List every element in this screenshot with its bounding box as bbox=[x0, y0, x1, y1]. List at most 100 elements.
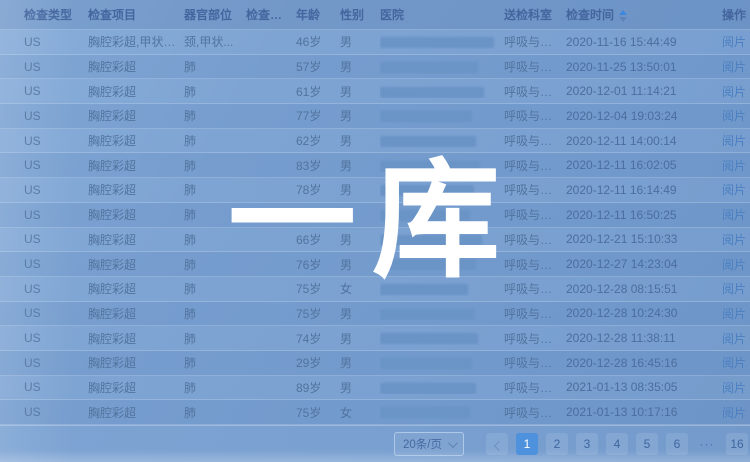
cell-action: 阅片 bbox=[722, 330, 750, 347]
cell-hospital bbox=[380, 109, 504, 123]
table-row: US胸腔彩超肺75岁女呼吸与重症医...2020-12-28 08:15:51阅… bbox=[0, 277, 750, 302]
cell-exam_type: US bbox=[24, 84, 88, 98]
view-images-link[interactable]: 阅片 bbox=[722, 381, 746, 395]
hospital-redacted-block bbox=[380, 309, 474, 320]
view-images-link[interactable]: 阅片 bbox=[722, 35, 746, 49]
cell-exam_time: 2020-12-21 15:10:33 bbox=[566, 232, 722, 246]
cell-department: 呼吸与重症医... bbox=[504, 107, 566, 124]
cell-action: 阅片 bbox=[722, 354, 750, 371]
page-button-1[interactable]: 1 bbox=[516, 433, 538, 455]
prev-page-button[interactable] bbox=[486, 433, 508, 455]
cell-exam_time: 2020-12-27 14:23:04 bbox=[566, 257, 722, 271]
table-row: US胸腔彩超肺74岁男呼吸与重症医...2020-12-28 11:38:11阅… bbox=[0, 326, 750, 351]
cell-organ: 肺 bbox=[184, 206, 246, 223]
cell-age: 62岁 bbox=[296, 132, 340, 149]
cell-exam_time: 2020-12-04 19:03:24 bbox=[566, 109, 722, 123]
pagination-ellipsis[interactable]: ··· bbox=[696, 433, 718, 455]
column-header-exam_time[interactable]: 检查时间 bbox=[566, 6, 722, 23]
column-header-age: 年龄 bbox=[296, 6, 340, 23]
pagination-bar: 20条/页 123456 ··· 16 bbox=[0, 425, 750, 462]
cell-hospital bbox=[380, 331, 504, 345]
page-button-6[interactable]: 6 bbox=[666, 433, 688, 455]
page-size-select[interactable]: 20条/页 bbox=[394, 432, 464, 456]
page-button-4[interactable]: 4 bbox=[606, 433, 628, 455]
hospital-redacted-block bbox=[380, 407, 470, 418]
cell-exam_type: US bbox=[24, 158, 88, 172]
view-images-link[interactable]: 阅片 bbox=[722, 208, 746, 222]
cell-exam_time: 2020-12-11 14:00:14 bbox=[566, 134, 722, 148]
cell-exam_time: 2021-01-13 10:17:16 bbox=[566, 405, 722, 419]
cell-age: 77岁 bbox=[296, 107, 340, 124]
cell-gender: 女 bbox=[340, 206, 380, 223]
view-images-link[interactable]: 阅片 bbox=[722, 258, 746, 272]
view-images-link[interactable]: 阅片 bbox=[722, 282, 746, 296]
cell-exam_item: 胸腔彩超 bbox=[88, 206, 184, 223]
cell-age: 83岁 bbox=[296, 157, 340, 174]
page-button-2[interactable]: 2 bbox=[546, 433, 568, 455]
column-header-label: 年龄 bbox=[296, 8, 320, 22]
view-images-link[interactable]: 阅片 bbox=[722, 85, 746, 99]
cell-exam_time: 2020-12-11 16:50:25 bbox=[566, 208, 722, 222]
page-size-label: 20条/页 bbox=[403, 436, 442, 452]
column-header-exam_type: 检查类型 bbox=[24, 6, 88, 23]
page-button-5[interactable]: 5 bbox=[636, 433, 658, 455]
cell-age: 75岁 bbox=[296, 280, 340, 297]
cell-action: 阅片 bbox=[722, 256, 750, 273]
cell-exam_type: US bbox=[24, 380, 88, 394]
cell-organ: 肺 bbox=[184, 404, 246, 421]
column-header-method: 检查方法 bbox=[246, 6, 296, 23]
cell-age: 76岁 bbox=[296, 206, 340, 223]
cell-action: 阅片 bbox=[722, 157, 750, 174]
view-images-link[interactable]: 阅片 bbox=[722, 60, 746, 74]
hospital-redacted-block bbox=[380, 87, 484, 98]
cell-exam_time: 2020-11-16 15:44:49 bbox=[566, 35, 722, 49]
view-images-link[interactable]: 阅片 bbox=[722, 159, 746, 173]
table-row: US胸腔彩超肺57岁男呼吸与重症医...2020-11-25 13:50:01阅… bbox=[0, 55, 750, 80]
cell-hospital bbox=[380, 282, 504, 296]
view-images-link[interactable]: 阅片 bbox=[722, 307, 746, 321]
view-images-link[interactable]: 阅片 bbox=[722, 406, 746, 420]
view-images-link[interactable]: 阅片 bbox=[722, 233, 746, 247]
cell-exam_item: 胸腔彩超 bbox=[88, 107, 184, 124]
chevron-down-icon bbox=[448, 438, 458, 448]
cell-department: 呼吸与重症医... bbox=[504, 181, 566, 198]
cell-department: 呼吸与重症医... bbox=[504, 354, 566, 371]
hospital-redacted-block bbox=[380, 161, 480, 172]
cell-exam_type: US bbox=[24, 109, 88, 123]
cell-age: 78岁 bbox=[296, 181, 340, 198]
table-row: US胸腔彩超肺66岁男呼吸与重症医...2020-12-21 15:10:33阅… bbox=[0, 228, 750, 253]
cell-exam_item: 胸腔彩超 bbox=[88, 157, 184, 174]
cell-gender: 男 bbox=[340, 83, 380, 100]
cell-organ: 肺 bbox=[184, 107, 246, 124]
cell-age: 74岁 bbox=[296, 330, 340, 347]
view-images-link[interactable]: 阅片 bbox=[722, 109, 746, 123]
page-button-3[interactable]: 3 bbox=[576, 433, 598, 455]
cell-age: 76岁 bbox=[296, 256, 340, 273]
cell-exam_item: 胸腔彩超,甲状腺彩超 bbox=[88, 33, 184, 50]
cell-action: 阅片 bbox=[722, 379, 750, 396]
view-images-link[interactable]: 阅片 bbox=[722, 134, 746, 148]
cell-exam_item: 胸腔彩超 bbox=[88, 379, 184, 396]
cell-gender: 女 bbox=[340, 280, 380, 297]
column-header-label: 性别 bbox=[340, 8, 364, 22]
cell-department: 呼吸与重症医... bbox=[504, 404, 566, 421]
cell-exam_item: 胸腔彩超 bbox=[88, 404, 184, 421]
cell-department: 呼吸与重症医... bbox=[504, 157, 566, 174]
cell-action: 阅片 bbox=[722, 404, 750, 421]
table-row: US胸腔彩超肺75岁男呼吸与重症医...2020-12-28 10:24:30阅… bbox=[0, 302, 750, 327]
view-images-link[interactable]: 阅片 bbox=[722, 356, 746, 370]
table-row: US胸腔彩超肺89岁男呼吸与重症医...2021-01-13 08:35:05阅… bbox=[0, 376, 750, 401]
cell-exam_time: 2020-12-28 08:15:51 bbox=[566, 282, 722, 296]
cell-action: 阅片 bbox=[722, 231, 750, 248]
hospital-redacted-block bbox=[380, 62, 478, 73]
view-images-link[interactable]: 阅片 bbox=[722, 332, 746, 346]
cell-hospital bbox=[380, 84, 504, 98]
sort-caret-icon[interactable] bbox=[619, 10, 627, 22]
last-page-button[interactable]: 16 bbox=[726, 433, 748, 455]
cell-organ: 肺 bbox=[184, 83, 246, 100]
table-body: US胸腔彩超,甲状腺彩超颈,甲状...46岁男呼吸与重症医...2020-11-… bbox=[0, 30, 750, 425]
cell-age: 66岁 bbox=[296, 231, 340, 248]
cell-action: 阅片 bbox=[722, 107, 750, 124]
cell-exam_time: 2020-12-01 11:14:21 bbox=[566, 84, 722, 98]
view-images-link[interactable]: 阅片 bbox=[722, 183, 746, 197]
